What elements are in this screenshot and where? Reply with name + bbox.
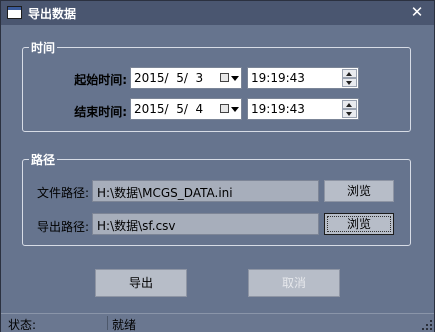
time-group-title: 时间 [29, 39, 58, 56]
window-icon [7, 6, 22, 19]
start-time-input[interactable]: 19:19:43 [247, 67, 359, 89]
start-date-dropdown[interactable] [219, 71, 239, 85]
export-browse-label: 浏览 [346, 217, 371, 231]
close-button[interactable]: ✕ [407, 3, 427, 21]
end-date-picker[interactable]: 2015/ 5/ 4 [130, 98, 242, 120]
spin-down-icon[interactable] [342, 109, 357, 118]
start-date-picker[interactable]: 2015/ 5/ 3 [130, 67, 242, 89]
status-bar: 状态: 就绪 [1, 313, 434, 332]
status-label: 状态: [8, 318, 37, 332]
export-path-field[interactable]: H:\数据\sf.csv [92, 213, 319, 235]
export-browse-button[interactable]: 浏览 [324, 213, 394, 235]
chevron-down-icon [231, 76, 239, 81]
spin-down-icon[interactable] [342, 78, 357, 87]
cancel-button[interactable]: 取消 [248, 269, 340, 297]
calendar-icon [220, 104, 229, 113]
file-path-field[interactable]: H:\数据\MCGS_DATA.ini [92, 180, 319, 202]
status-separator [107, 316, 108, 330]
end-time-input[interactable]: 19:19:43 [247, 98, 359, 120]
status-value: 就绪 [112, 318, 137, 332]
end-date-value: 2015/ 5/ 4 [134, 102, 204, 116]
end-time-value: 19:19:43 [251, 102, 305, 116]
spin-up-icon[interactable] [342, 69, 357, 78]
title-bar[interactable]: 导出数据 ✕ [1, 1, 434, 25]
export-path-label: 导出路径: [36, 220, 89, 234]
chevron-down-icon [231, 107, 239, 112]
resize-grip-icon[interactable] [422, 320, 432, 330]
end-time-label: 结束时间: [74, 105, 127, 119]
start-date-value: 2015/ 5/ 3 [134, 71, 204, 85]
close-icon: ✕ [410, 3, 424, 21]
export-path-value: H:\数据\sf.csv [97, 219, 176, 233]
calendar-icon [220, 73, 229, 82]
export-button[interactable]: 导出 [95, 269, 187, 297]
file-path-value: H:\数据\MCGS_DATA.ini [97, 186, 233, 200]
window-title: 导出数据 [28, 7, 77, 21]
start-time-spinner[interactable] [342, 69, 357, 87]
path-group-title: 路径 [29, 151, 58, 168]
end-date-dropdown[interactable] [219, 102, 239, 116]
start-time-label: 起始时间: [74, 73, 127, 87]
end-time-spinner[interactable] [342, 100, 357, 118]
start-time-value: 19:19:43 [251, 71, 305, 85]
spin-up-icon[interactable] [342, 100, 357, 109]
file-path-label: 文件路径: [36, 186, 89, 200]
file-browse-button[interactable]: 浏览 [324, 180, 394, 202]
export-data-dialog: 导出数据 ✕ 时间 起始时间: 2015/ 5/ 3 19:19:43 结束时间… [0, 0, 435, 332]
